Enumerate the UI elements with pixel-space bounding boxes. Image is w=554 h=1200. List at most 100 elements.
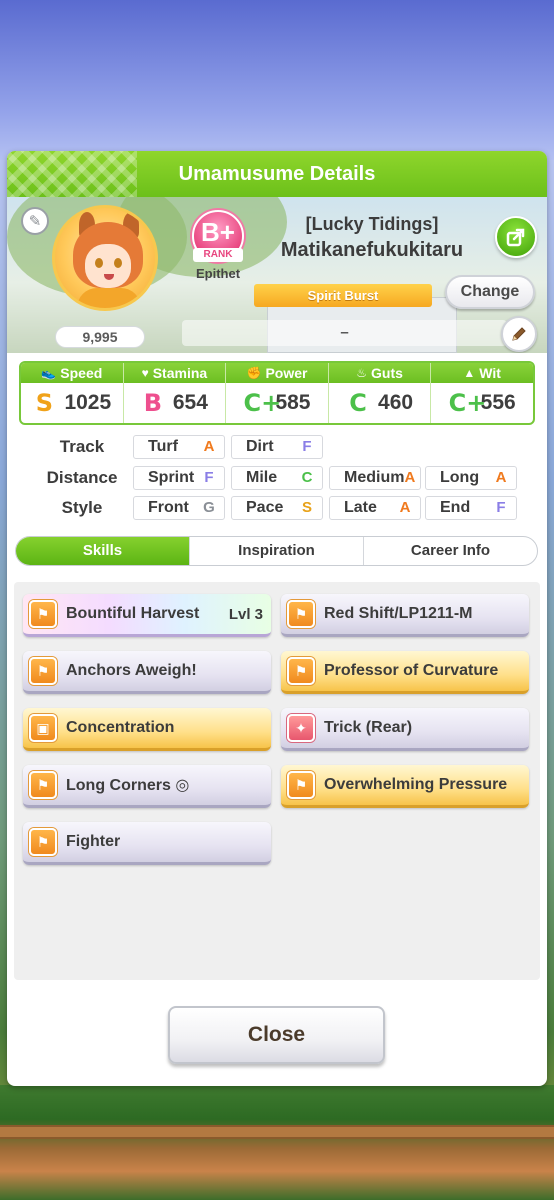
character-portrait[interactable] (52, 205, 158, 311)
share-button[interactable] (495, 216, 537, 258)
skill-name: Anchors Aweigh! (66, 662, 197, 679)
stat-header: ♥ Stamina (123, 363, 226, 383)
aptitude-name: Front (148, 499, 189, 516)
dialog-header: Umamusume Details (7, 151, 547, 197)
skill-item[interactable]: ⚑ Long Corners ◎ (23, 765, 271, 808)
aptitude-name: End (440, 499, 471, 516)
cap-icon: ▲ (463, 366, 476, 380)
aptitude-sprint: Sprint F (133, 466, 225, 490)
skill-level: Lvl 3 (228, 606, 263, 623)
stat-grade: C+ (448, 389, 487, 417)
aptitude-grade: A (203, 438, 215, 455)
stat-wit: ▲ Wit C+ 556 (431, 363, 533, 423)
skill-name: Red Shift/LP1211-M (324, 605, 473, 622)
stat-body: C+ 556 (431, 383, 533, 423)
stat-body: S 1025 (21, 383, 123, 423)
stat-header: 👟 Speed (21, 363, 123, 383)
stat-header: ♨ Guts (328, 363, 431, 383)
carrot-icon[interactable]: ✎ (21, 207, 49, 235)
aptitude-late: Late A (329, 496, 421, 520)
track-row: Track (32, 435, 132, 459)
skill-name: Professor of Curvature (324, 662, 499, 679)
gate-icon: ▣ (29, 714, 57, 742)
skill-name: Concentration (66, 719, 175, 736)
running-icon: ⚑ (287, 657, 315, 685)
stat-grade: C+ (243, 389, 282, 417)
aptitude-pace: Pace S (231, 496, 323, 520)
skill-name: Overwhelming Pressure (324, 776, 508, 793)
rank-label: RANK (193, 248, 243, 262)
fence-decoration (0, 1125, 554, 1139)
skill-name: Trick (Rear) (324, 719, 413, 736)
stat-name: Power (265, 365, 308, 381)
aptitude-front: Front G (133, 496, 225, 520)
skill-item[interactable]: ▣ Concentration (23, 708, 271, 751)
skill-item[interactable]: ⚑ Professor of Curvature (281, 651, 529, 694)
skill-name: Long Corners ◎ (66, 777, 190, 794)
muscle-icon: ✊ (246, 366, 262, 380)
detail-tabs: Skills Inspiration Career Info (15, 536, 538, 566)
aptitude-end: End F (425, 496, 517, 520)
aptitude-grade: A (404, 469, 416, 486)
stat-header: ✊ Power (226, 363, 328, 383)
aptitude-name: Medium (344, 469, 405, 486)
stat-name: Stamina (152, 365, 208, 381)
fan-count: 9,995 (55, 326, 145, 348)
tab-inspiration[interactable]: Inspiration (190, 537, 364, 565)
stat-value: 1025 (64, 391, 112, 414)
edit-memo-button[interactable] (501, 316, 537, 352)
flame-icon: ♨ (356, 366, 368, 380)
running-icon: ⚑ (29, 771, 57, 799)
aptitude-grade: F (496, 499, 506, 516)
aptitude-grade: C (301, 469, 313, 486)
aptitude-name: Long (440, 469, 480, 486)
sparkle-icon: ✦ (287, 714, 315, 742)
skills-list: ⚑ Bountiful Harvest Lvl 3 ⚑ Red Shift/LP1211… (14, 582, 540, 980)
distance-row: Distance (32, 466, 132, 490)
pencil-icon (512, 327, 526, 341)
face-shape (85, 244, 131, 288)
stat-power: ✊ Power C+ 585 (226, 363, 329, 423)
stat-name: Speed (60, 365, 103, 381)
aptitude-name: Pace (246, 499, 284, 516)
change-epithet-button[interactable]: Change (445, 275, 535, 309)
stat-guts: ♨ Guts C 460 (328, 363, 432, 423)
stat-body: C 460 (329, 383, 431, 423)
close-button[interactable]: Close (168, 1006, 385, 1064)
distance-label: Distance (46, 468, 118, 487)
skill-name: Fighter (66, 833, 121, 850)
style-row: Style (32, 496, 132, 520)
tab-career-info[interactable]: Career Info (364, 537, 537, 565)
stat-grade: C (349, 389, 367, 417)
dialog-title: Umamusume Details (178, 162, 376, 185)
aptitude-name: Late (344, 499, 377, 516)
skill-item[interactable]: ⚑ Overwhelming Pressure (281, 765, 529, 808)
stat-grade: S (35, 389, 54, 417)
skill-item[interactable]: ⚑ Bountiful Harvest Lvl 3 (23, 594, 271, 637)
style-label: Style (61, 498, 103, 517)
tab-skills[interactable]: Skills (16, 537, 190, 565)
skill-item[interactable]: ⚑ Fighter (23, 822, 271, 865)
aptitude-grade: F (204, 469, 214, 486)
running-icon: ⚑ (29, 657, 57, 685)
epithet-label: Epithet (195, 266, 241, 281)
character-title: [Lucky Tidings] (305, 214, 439, 234)
skill-item[interactable]: ⚑ Red Shift/LP1211-M (281, 594, 529, 637)
aptitude-grade: F (302, 438, 312, 455)
skill-name: Bountiful Harvest (66, 605, 200, 622)
aptitude-name: Mile (246, 469, 278, 486)
stat-name: Guts (371, 365, 403, 381)
aptitude-name: Turf (148, 438, 178, 455)
aptitude-grade: A (399, 499, 411, 516)
aptitude-grade: A (495, 469, 507, 486)
stat-name: Wit (479, 365, 501, 381)
share-icon (506, 228, 525, 247)
eye-shape (95, 258, 103, 268)
skill-item[interactable]: ✦ Trick (Rear) (281, 708, 529, 751)
stat-body: B 654 (124, 383, 226, 423)
epithet-banner[interactable]: Spirit Burst (254, 284, 432, 307)
running-icon: ⚑ (287, 771, 315, 799)
skill-item[interactable]: ⚑ Anchors Aweigh! (23, 651, 271, 694)
stat-value: 460 (378, 391, 414, 414)
character-name: Matikanefukukitaru (280, 239, 464, 261)
